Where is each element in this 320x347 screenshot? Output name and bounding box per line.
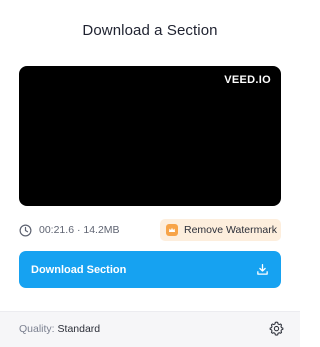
duration-size-info: 00:21.6 · 14.2MB [19,219,120,241]
quality-setting: Quality: Standard [19,323,100,335]
watermark-logo: VEED.IO [224,74,271,86]
quality-value: Standard [57,323,101,335]
remove-watermark-label: Remove Watermark [184,224,277,236]
download-button-label: Download Section [31,263,127,276]
export-meta-row: 00:21.6 · 14.2MB Remove Watermark [19,219,281,241]
crown-icon [166,224,178,236]
download-section-dialog: Download a Section VEED.IO 00:21.6 · 14.… [0,0,300,347]
quality-label: Quality: [19,323,55,335]
gear-icon[interactable] [269,321,284,336]
clock-icon [19,224,32,236]
dialog-title: Download a Section [82,22,218,39]
duration-size-text: 00:21.6 · 14.2MB [39,224,120,236]
download-icon [257,264,268,275]
remove-watermark-button[interactable]: Remove Watermark [160,219,281,241]
video-preview[interactable]: VEED.IO [19,66,281,206]
download-section-button[interactable]: Download Section [19,251,281,288]
quality-footer: Quality: Standard [0,311,300,347]
